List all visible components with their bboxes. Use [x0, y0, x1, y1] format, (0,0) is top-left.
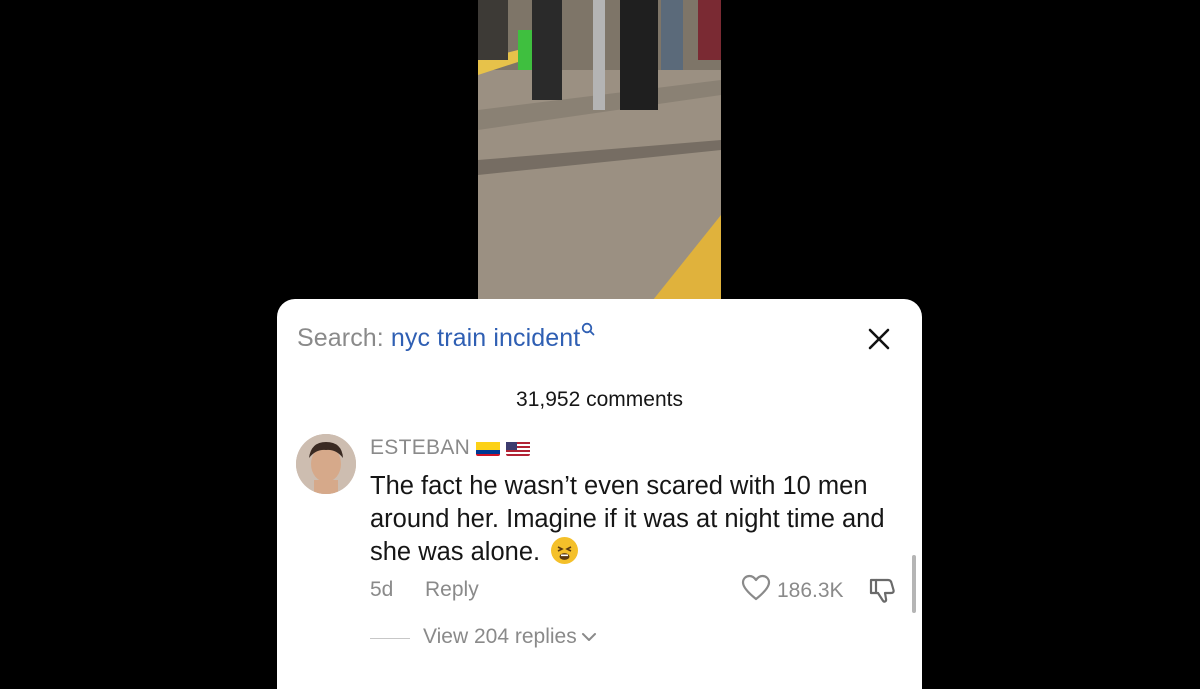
- view-replies-button[interactable]: View 204 replies: [423, 625, 597, 649]
- search-suggestion[interactable]: Search: nyc train incident: [297, 322, 595, 353]
- tired-face-emoji-icon: [551, 537, 579, 564]
- view-replies-label: View 204 replies: [423, 625, 577, 648]
- username-text: ESTEBAN: [370, 436, 471, 459]
- search-query-link[interactable]: nyc train incident: [391, 324, 580, 352]
- heart-icon: [741, 574, 771, 608]
- scrollbar[interactable]: [912, 555, 916, 613]
- magnifier-icon: [581, 314, 595, 343]
- thumbs-down-icon[interactable]: [867, 575, 897, 610]
- comment-username[interactable]: ESTEBAN: [370, 436, 531, 460]
- replies-divider: [370, 638, 410, 639]
- colombia-flag-icon: [476, 440, 501, 456]
- avatar[interactable]: [296, 434, 356, 494]
- search-prefix: Search:: [297, 324, 384, 352]
- comments-count: 31,952 comments: [516, 388, 683, 411]
- like-button[interactable]: 186.3K: [741, 574, 844, 608]
- video-frame[interactable]: [478, 0, 721, 300]
- comment-body: The fact he wasn’t even scared with 10 m…: [370, 472, 885, 566]
- chevron-down-icon: [581, 625, 597, 649]
- comments-sheet: Search: nyc train incident 31,952 commen…: [277, 299, 922, 689]
- comment-text: The fact he wasn’t even scared with 10 m…: [370, 470, 890, 569]
- close-icon[interactable]: [865, 325, 893, 353]
- reply-button[interactable]: Reply: [425, 578, 479, 602]
- like-count: 186.3K: [777, 579, 844, 602]
- video-scene: [478, 0, 721, 300]
- comment-time: 5d: [370, 578, 394, 601]
- usa-flag-icon: [506, 440, 531, 456]
